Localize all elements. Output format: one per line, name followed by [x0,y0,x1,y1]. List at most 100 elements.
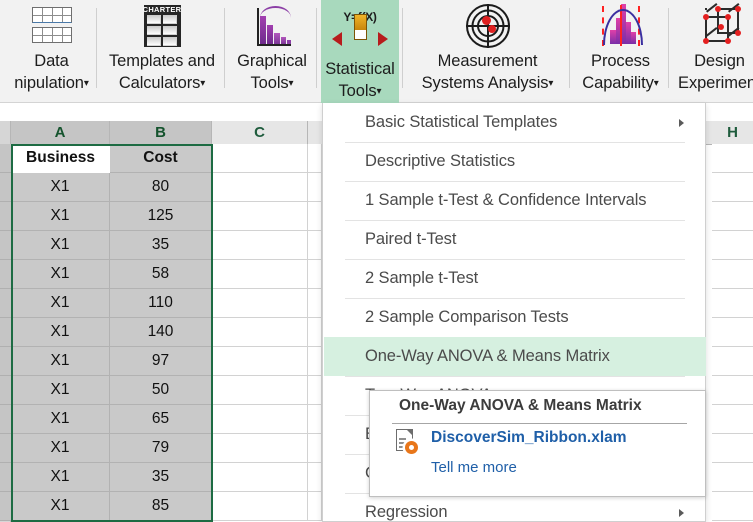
empty-cell[interactable] [308,492,322,521]
empty-cell[interactable] [212,492,308,521]
row-header[interactable] [0,202,11,231]
table-data-cell[interactable]: X1 [11,260,110,289]
table-data-cell[interactable]: X1 [11,202,110,231]
table-data-cell[interactable]: 80 [110,173,212,202]
menu-item-2-sample-comparison-tests[interactable]: 2 Sample Comparison Tests [324,298,706,337]
table-data-cell[interactable]: 79 [110,434,212,463]
empty-cell[interactable] [212,173,308,202]
empty-cell[interactable] [712,318,753,347]
empty-cell[interactable] [308,202,322,231]
empty-cell[interactable] [308,144,322,173]
table-data-cell[interactable]: 65 [110,405,212,434]
empty-cell[interactable] [308,260,322,289]
table-data-cell[interactable]: X1 [11,492,110,521]
empty-cell[interactable] [712,463,753,492]
empty-cell[interactable] [308,434,322,463]
row-header[interactable] [0,260,11,289]
menu-item-1-sample-t-test-confidence-intervals[interactable]: 1 Sample t-Test & Confidence Intervals [324,181,706,220]
chevron-down-icon[interactable]: ▾ [377,86,382,97]
empty-cell[interactable] [712,289,753,318]
empty-cell[interactable] [712,405,753,434]
empty-cell[interactable] [212,231,308,260]
table-data-cell[interactable]: X1 [11,376,110,405]
empty-cell[interactable] [712,492,753,521]
empty-cell[interactable] [212,260,308,289]
table-data-cell[interactable]: X1 [11,434,110,463]
active-cell[interactable]: Business [11,144,110,173]
row-header[interactable] [0,347,11,376]
empty-cell[interactable] [712,434,753,463]
table-data-cell[interactable]: X1 [11,318,110,347]
ribbon-group-measurement-systems-analysis[interactable]: Measurement Systems Analysis▾ [406,0,569,103]
row-header[interactable] [0,318,11,347]
empty-cell[interactable] [212,463,308,492]
empty-cell[interactable] [308,231,322,260]
empty-cell[interactable] [712,173,753,202]
chevron-down-icon[interactable]: ▾ [548,78,553,89]
table-data-cell[interactable]: 35 [110,231,212,260]
column-header-h[interactable]: H [712,121,753,144]
empty-cell[interactable] [308,347,322,376]
column-header-a[interactable]: A [11,121,110,144]
empty-cell[interactable] [308,405,322,434]
table-data-cell[interactable]: 50 [110,376,212,405]
table-data-cell[interactable]: 125 [110,202,212,231]
menu-item-one-way-anova-means-matrix[interactable]: One-Way ANOVA & Means Matrix [324,337,706,376]
empty-cell[interactable] [308,318,322,347]
ribbon-group-templates-and-calculators[interactable]: CHARTER Templates and Calculators▾ [100,0,224,103]
empty-cell[interactable] [212,405,308,434]
ribbon-group-graphical-tools[interactable]: Graphical Tools▾ [228,0,316,103]
table-data-cell[interactable]: X1 [11,231,110,260]
table-data-cell[interactable]: 140 [110,318,212,347]
table-data-cell[interactable]: 35 [110,463,212,492]
empty-cell[interactable] [712,144,753,173]
table-data-cell[interactable]: X1 [11,463,110,492]
menu-item-paired-t-test[interactable]: Paired t-Test [324,220,706,259]
table-data-cell[interactable]: 110 [110,289,212,318]
ribbon-group-process-capability[interactable]: Process Capability▾ [573,0,668,103]
empty-cell[interactable] [212,318,308,347]
table-data-cell[interactable]: X1 [11,405,110,434]
table-data-cell[interactable]: X1 [11,289,110,318]
menu-item-basic-statistical-templates[interactable]: Basic Statistical Templates [324,103,706,142]
table-data-cell[interactable]: 58 [110,260,212,289]
empty-cell[interactable] [712,376,753,405]
menu-item-descriptive-statistics[interactable]: Descriptive Statistics [324,142,706,181]
empty-cell[interactable] [712,202,753,231]
row-header[interactable] [0,405,11,434]
table-data-cell[interactable]: 97 [110,347,212,376]
ribbon-group-statistical-tools[interactable]: Y=f(X) Statistical Tools▾ [321,0,399,103]
row-header[interactable] [0,463,11,492]
empty-cell[interactable] [308,289,322,318]
row-header[interactable] [0,231,11,260]
empty-cell[interactable] [212,289,308,318]
tell-me-more-link[interactable]: Tell me more [431,459,517,476]
ribbon-group-design-of-experiments[interactable]: Design Experimen▾ [672,0,753,103]
chevron-down-icon[interactable]: ▾ [654,78,659,89]
menu-item-regression[interactable]: Regression [324,493,706,522]
empty-cell[interactable] [212,202,308,231]
table-data-cell[interactable]: X1 [11,347,110,376]
empty-cell[interactable] [308,376,322,405]
empty-cell[interactable] [712,231,753,260]
ribbon-group-data-manipulation[interactable]: Data nipulation▾ [0,0,103,103]
table-header-cell[interactable]: Cost [110,144,212,173]
empty-cell[interactable] [308,173,322,202]
empty-cell[interactable] [212,434,308,463]
chevron-down-icon[interactable]: ▾ [289,78,294,89]
empty-cell[interactable] [212,144,308,173]
column-header-c[interactable]: C [212,121,308,144]
empty-cell[interactable] [712,260,753,289]
menu-item-2-sample-t-test[interactable]: 2 Sample t-Test [324,259,706,298]
table-data-cell[interactable]: 85 [110,492,212,521]
column-header-b[interactable]: B [110,121,212,144]
row-header[interactable] [0,492,11,521]
empty-cell[interactable] [212,347,308,376]
chevron-down-icon[interactable]: ▾ [200,78,205,89]
row-header[interactable] [0,376,11,405]
row-header[interactable] [0,289,11,318]
table-data-cell[interactable]: X1 [11,173,110,202]
empty-cell[interactable] [212,376,308,405]
row-header[interactable] [0,144,11,173]
chevron-down-icon[interactable]: ▾ [84,78,89,89]
